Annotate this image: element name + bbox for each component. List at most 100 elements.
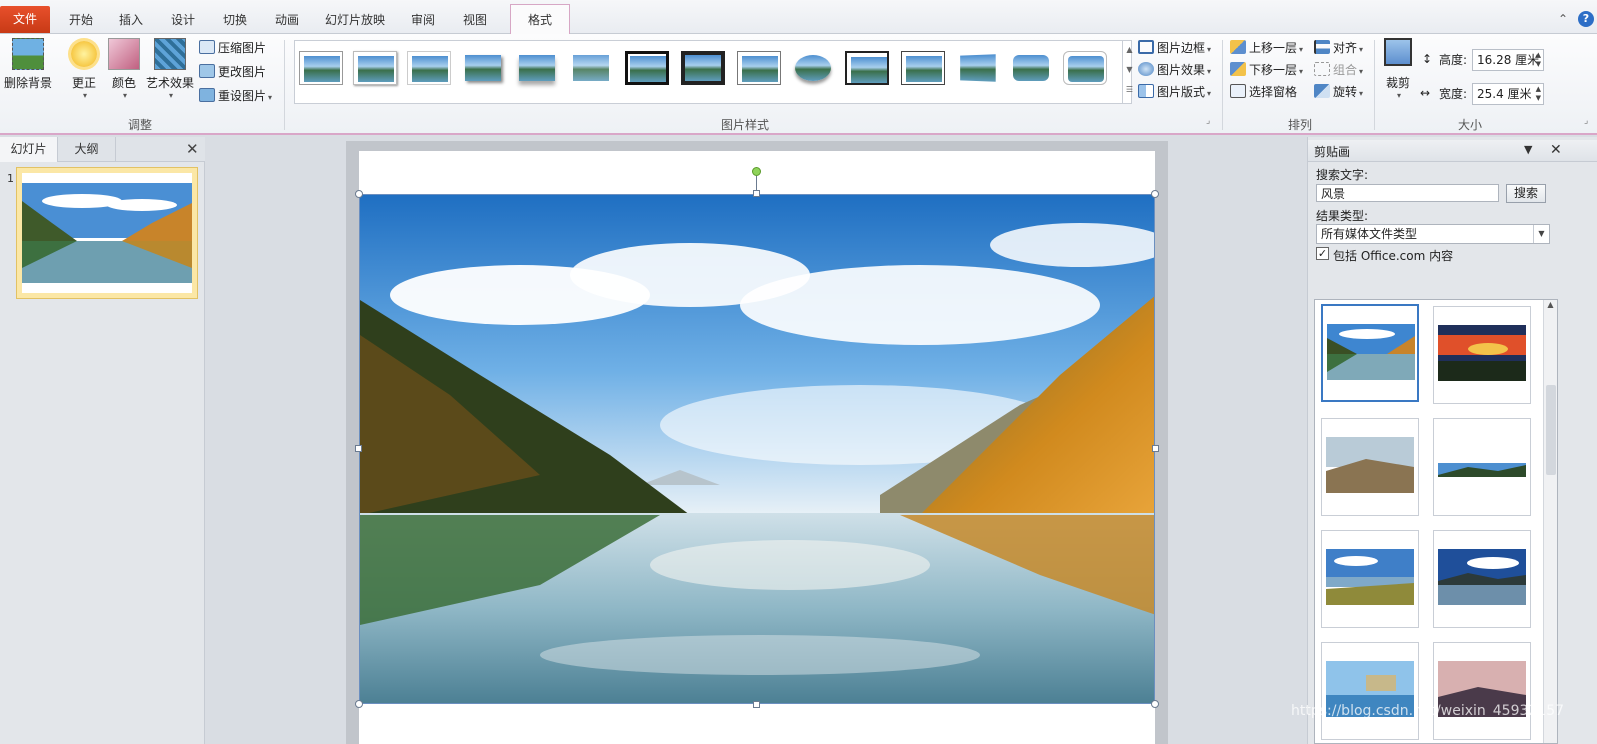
- tab-insert[interactable]: 插入: [114, 8, 148, 34]
- height-label: 高度:: [1439, 53, 1468, 67]
- chevron-down-icon: ▾: [82, 91, 87, 100]
- clipart-result-item[interactable]: [1321, 530, 1419, 628]
- result-image: [1438, 325, 1526, 381]
- rotate-handle[interactable]: [752, 167, 761, 176]
- tab-home[interactable]: 开始: [64, 8, 98, 34]
- minimize-ribbon-icon[interactable]: ⌃: [1558, 12, 1568, 26]
- picture-style-option[interactable]: [1009, 51, 1053, 85]
- tab-view[interactable]: 视图: [458, 8, 492, 34]
- artistic-effects-button[interactable]: 艺术效果 ▾: [144, 38, 196, 100]
- remove-background-button[interactable]: 删除背景: [2, 38, 54, 91]
- width-field[interactable]: 25.4 厘米 ▲ ▼: [1472, 83, 1544, 105]
- picture-border-button[interactable]: 图片边框 ▾: [1138, 38, 1211, 58]
- ribbon-tab-bar: 文件 开始 插入 设计 切换 动画 幻灯片放映 审阅 视图 格式 ⌃ ?: [0, 0, 1597, 34]
- rotate-handle-line: [756, 176, 757, 190]
- landscape-image: [360, 195, 1154, 703]
- resize-handle-top[interactable]: [753, 190, 760, 197]
- compress-icon: [199, 40, 215, 54]
- bring-forward-button[interactable]: 上移一层 ▾: [1230, 38, 1303, 58]
- resize-handle-bottom-right[interactable]: [1151, 700, 1159, 708]
- reset-picture-button[interactable]: 重设图片 ▾: [199, 86, 272, 106]
- include-office-checkbox[interactable]: ✓: [1316, 247, 1329, 260]
- more-styles-icon[interactable]: ☰: [1123, 80, 1136, 100]
- clipart-result-item[interactable]: [1321, 304, 1419, 402]
- height-field[interactable]: 16.28 厘米 ▲ ▼: [1472, 49, 1544, 71]
- color-button[interactable]: 颜色 ▾: [106, 38, 142, 100]
- picture-style-option[interactable]: [515, 51, 559, 85]
- picture-style-option[interactable]: [737, 51, 781, 85]
- tab-review[interactable]: 审阅: [406, 8, 440, 34]
- help-icon[interactable]: ?: [1578, 11, 1594, 27]
- clipart-result-item[interactable]: [1433, 306, 1531, 404]
- width-stepper[interactable]: ▲ ▼: [1536, 85, 1541, 103]
- tab-outline[interactable]: 大纲: [58, 137, 116, 162]
- picture-style-option[interactable]: [407, 51, 451, 85]
- selection-pane-button[interactable]: 选择窗格: [1230, 82, 1297, 102]
- clipart-result-item[interactable]: [1433, 530, 1531, 628]
- picture-style-option[interactable]: [1063, 51, 1107, 85]
- resize-handle-left[interactable]: [355, 445, 362, 452]
- picture-style-option[interactable]: [299, 51, 343, 85]
- clipart-result-item[interactable]: [1433, 642, 1531, 740]
- picture-style-option[interactable]: [845, 51, 889, 85]
- height-stepper[interactable]: ▲ ▼: [1536, 51, 1541, 69]
- compress-pictures-button[interactable]: 压缩图片: [199, 38, 266, 58]
- resize-handle-bottom[interactable]: [753, 701, 760, 708]
- picture-style-option[interactable]: [353, 51, 397, 85]
- slide-thumbnail[interactable]: [16, 167, 198, 299]
- align-button[interactable]: 对齐 ▾: [1314, 38, 1363, 58]
- group-button[interactable]: 组合 ▾: [1314, 60, 1363, 80]
- group-separator: [284, 40, 285, 130]
- pane-options-icon[interactable]: ▼: [1524, 143, 1532, 156]
- tab-transitions[interactable]: 切换: [218, 8, 252, 34]
- resize-handle-bottom-left[interactable]: [355, 700, 363, 708]
- picture-style-option[interactable]: [681, 51, 725, 85]
- results-scrollbar[interactable]: ▲: [1543, 300, 1557, 743]
- rotate-button[interactable]: 旋转 ▾: [1314, 82, 1363, 102]
- scroll-up-icon[interactable]: ▲: [1123, 40, 1136, 60]
- picture-effects-button[interactable]: 图片效果 ▾: [1138, 60, 1211, 80]
- tab-slideshow[interactable]: 幻灯片放映: [322, 8, 388, 34]
- remove-background-icon: [12, 38, 44, 70]
- picture-style-option[interactable]: [901, 51, 945, 85]
- bring-forward-icon: [1230, 40, 1246, 54]
- corrections-button[interactable]: 更正 ▾: [64, 38, 104, 100]
- resize-handle-right[interactable]: [1152, 445, 1159, 452]
- change-picture-button[interactable]: 更改图片: [199, 62, 266, 82]
- search-input[interactable]: [1316, 184, 1499, 202]
- tab-format[interactable]: 格式: [510, 4, 570, 34]
- picture-layout-button[interactable]: 图片版式 ▾: [1138, 82, 1211, 102]
- selected-picture[interactable]: [359, 194, 1155, 704]
- resize-handle-top-right[interactable]: [1151, 190, 1159, 198]
- tab-animations[interactable]: 动画: [270, 8, 304, 34]
- clipart-result-item[interactable]: [1433, 418, 1531, 516]
- picture-style-option[interactable]: [461, 51, 505, 85]
- picture-style-option[interactable]: [791, 51, 835, 85]
- crop-button[interactable]: 裁剪 ▾: [1380, 38, 1416, 100]
- picture-style-option[interactable]: [955, 51, 999, 85]
- result-image: [1438, 549, 1526, 605]
- resize-handle-top-left[interactable]: [355, 190, 363, 198]
- send-backward-button[interactable]: 下移一层 ▾: [1230, 60, 1303, 80]
- clipart-pane-title: 剪贴画: [1314, 145, 1351, 159]
- picture-style-option[interactable]: [569, 51, 613, 85]
- chevron-down-icon: ▾: [1299, 67, 1304, 76]
- watermark: https://blog.csdn.net/weixin_45932157: [1291, 703, 1565, 719]
- gallery-scroll[interactable]: ▲ ▼ ☰: [1122, 40, 1136, 104]
- tab-slides[interactable]: 幻灯片: [0, 137, 58, 162]
- clipart-result-item[interactable]: [1321, 642, 1419, 740]
- results-type-select[interactable]: 所有媒体文件类型 ▼: [1316, 224, 1550, 244]
- close-icon[interactable]: ✕: [1550, 142, 1562, 158]
- tab-file[interactable]: 文件: [0, 6, 50, 33]
- scrollbar-thumb[interactable]: [1546, 385, 1556, 475]
- dialog-launcher-icon[interactable]: ⌟: [1584, 116, 1588, 126]
- clipart-result-item[interactable]: [1321, 418, 1419, 516]
- align-icon: [1314, 40, 1330, 54]
- dialog-launcher-icon[interactable]: ⌟: [1206, 116, 1210, 126]
- search-button[interactable]: 搜索: [1506, 184, 1546, 203]
- scroll-down-icon[interactable]: ▼: [1123, 60, 1136, 80]
- close-icon[interactable]: ✕: [186, 140, 199, 158]
- picture-style-option[interactable]: [625, 51, 669, 85]
- scroll-up-icon[interactable]: ▲: [1544, 300, 1557, 309]
- tab-design[interactable]: 设计: [166, 8, 200, 34]
